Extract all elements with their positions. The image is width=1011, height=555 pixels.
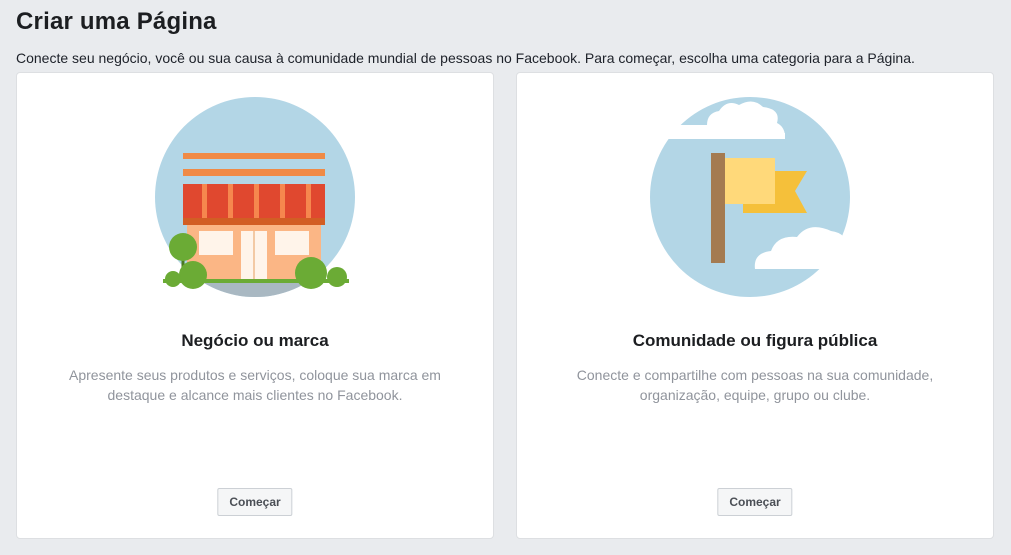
start-business-button[interactable]: Começar	[217, 488, 293, 516]
card-title: Negócio ou marca	[181, 331, 329, 350]
card-description: Conecte e compartilhe com pessoas na sua…	[576, 367, 934, 403]
page-title: Criar uma Página	[16, 8, 217, 35]
start-community-button[interactable]: Começar	[717, 488, 793, 516]
card-title: Comunidade ou figura pública	[632, 331, 878, 350]
flag-icon	[645, 97, 860, 297]
business-category-card[interactable]: Negócio ou marca Apresente seus produtos…	[16, 72, 494, 539]
community-category-card[interactable]: Comunidade ou figura pública Conecte e c…	[516, 72, 994, 539]
card-description: Apresente seus produtos e serviços, colo…	[69, 367, 441, 403]
page-subtitle: Conecte seu negócio, você ou sua causa à…	[16, 50, 915, 66]
storefront-icon	[155, 97, 355, 297]
